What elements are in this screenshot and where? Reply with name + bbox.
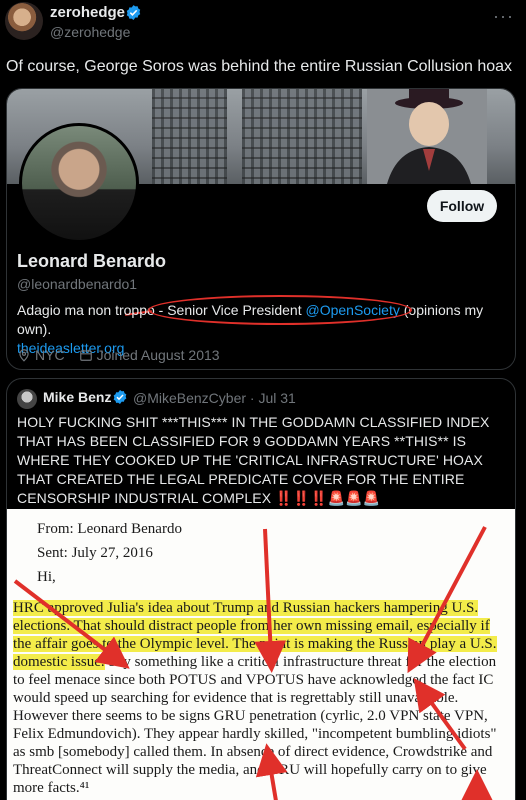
banner-portrait <box>367 89 487 184</box>
location-pin-icon <box>19 349 29 362</box>
profile-name[interactable]: Leonard Benardo <box>17 251 166 272</box>
join-date-text: Joined August 2013 <box>96 347 220 363</box>
join-date: Joined August 2013 <box>79 347 220 363</box>
avatar[interactable] <box>5 2 43 40</box>
post-header: zerohedge @zerohedge ··· <box>0 0 526 52</box>
bio-text: Adagio ma non troppo - <box>17 302 168 318</box>
follow-button[interactable]: Follow <box>427 190 497 222</box>
post-text: Of course, George Soros was behind the e… <box>6 58 513 75</box>
verified-badge-icon <box>126 5 141 20</box>
annotation-arrows <box>13 526 493 800</box>
more-options-icon[interactable]: ··· <box>493 6 514 27</box>
author-name[interactable]: zerohedge <box>50 4 125 21</box>
profile-handle[interactable]: @leonardbenardo1 <box>17 276 137 292</box>
author-handle[interactable]: @zerohedge <box>50 24 130 40</box>
quoted-post[interactable]: Mike Benz @MikeBenzCyber · Jul 31 HOLY F… <box>6 378 516 800</box>
annotation-circle <box>148 295 412 325</box>
profile-avatar[interactable] <box>19 123 139 243</box>
quoted-author-handle[interactable]: @MikeBenzCyber · Jul 31 <box>133 390 296 406</box>
verified-badge-icon <box>113 390 127 404</box>
location: NYC <box>17 347 65 363</box>
calendar-icon <box>79 349 92 361</box>
quoted-author-name[interactable]: Mike Benz <box>43 389 111 405</box>
profile-card[interactable]: Follow Leonard Benardo @leonardbenardo1 … <box>6 88 516 370</box>
location-text: NYC <box>35 347 65 363</box>
quoted-text: HOLY FUCKING SHIT ***THIS*** IN THE GODD… <box>17 414 490 506</box>
profile-meta: NYC Joined August 2013 <box>17 347 220 363</box>
quoted-avatar[interactable] <box>17 389 37 409</box>
document-image[interactable]: From: Leonard Benardo Sent: July 27, 201… <box>7 509 515 800</box>
